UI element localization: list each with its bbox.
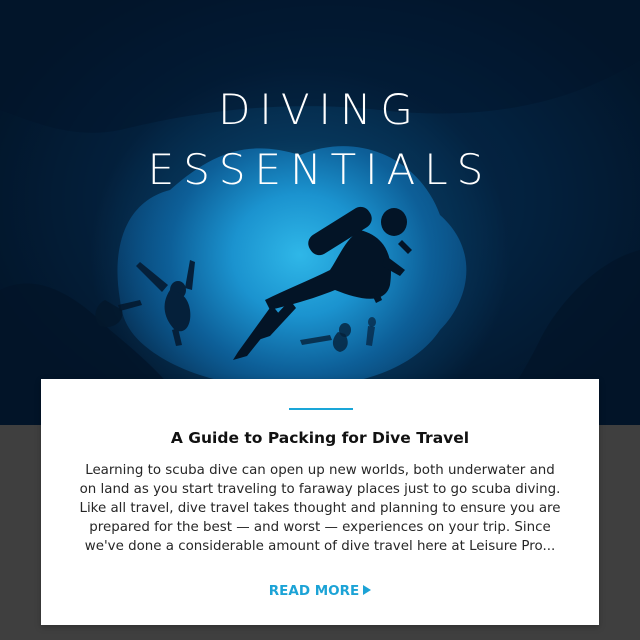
hero-headline: DIVING ESSENTIALS bbox=[0, 80, 640, 200]
accent-divider bbox=[289, 408, 353, 410]
read-more-link[interactable]: READ MORE bbox=[41, 583, 599, 599]
headline-line-1: DIVING bbox=[218, 85, 422, 135]
article-title: A Guide to Packing for Dive Travel bbox=[170, 429, 470, 447]
diver-silhouettes-image bbox=[0, 0, 640, 425]
play-arrow-icon bbox=[363, 585, 372, 595]
hero-image: DIVING ESSENTIALS bbox=[0, 0, 640, 425]
promo-banner: DIVING ESSENTIALS A Guide to Packing for… bbox=[0, 0, 640, 640]
article-excerpt: Learning to scuba dive can open up new w… bbox=[79, 463, 561, 554]
article-card: A Guide to Packing for Dive Travel Learn… bbox=[41, 379, 599, 625]
headline-line-2: ESSENTIALS bbox=[147, 145, 493, 195]
read-more-label: READ MORE bbox=[268, 583, 360, 599]
